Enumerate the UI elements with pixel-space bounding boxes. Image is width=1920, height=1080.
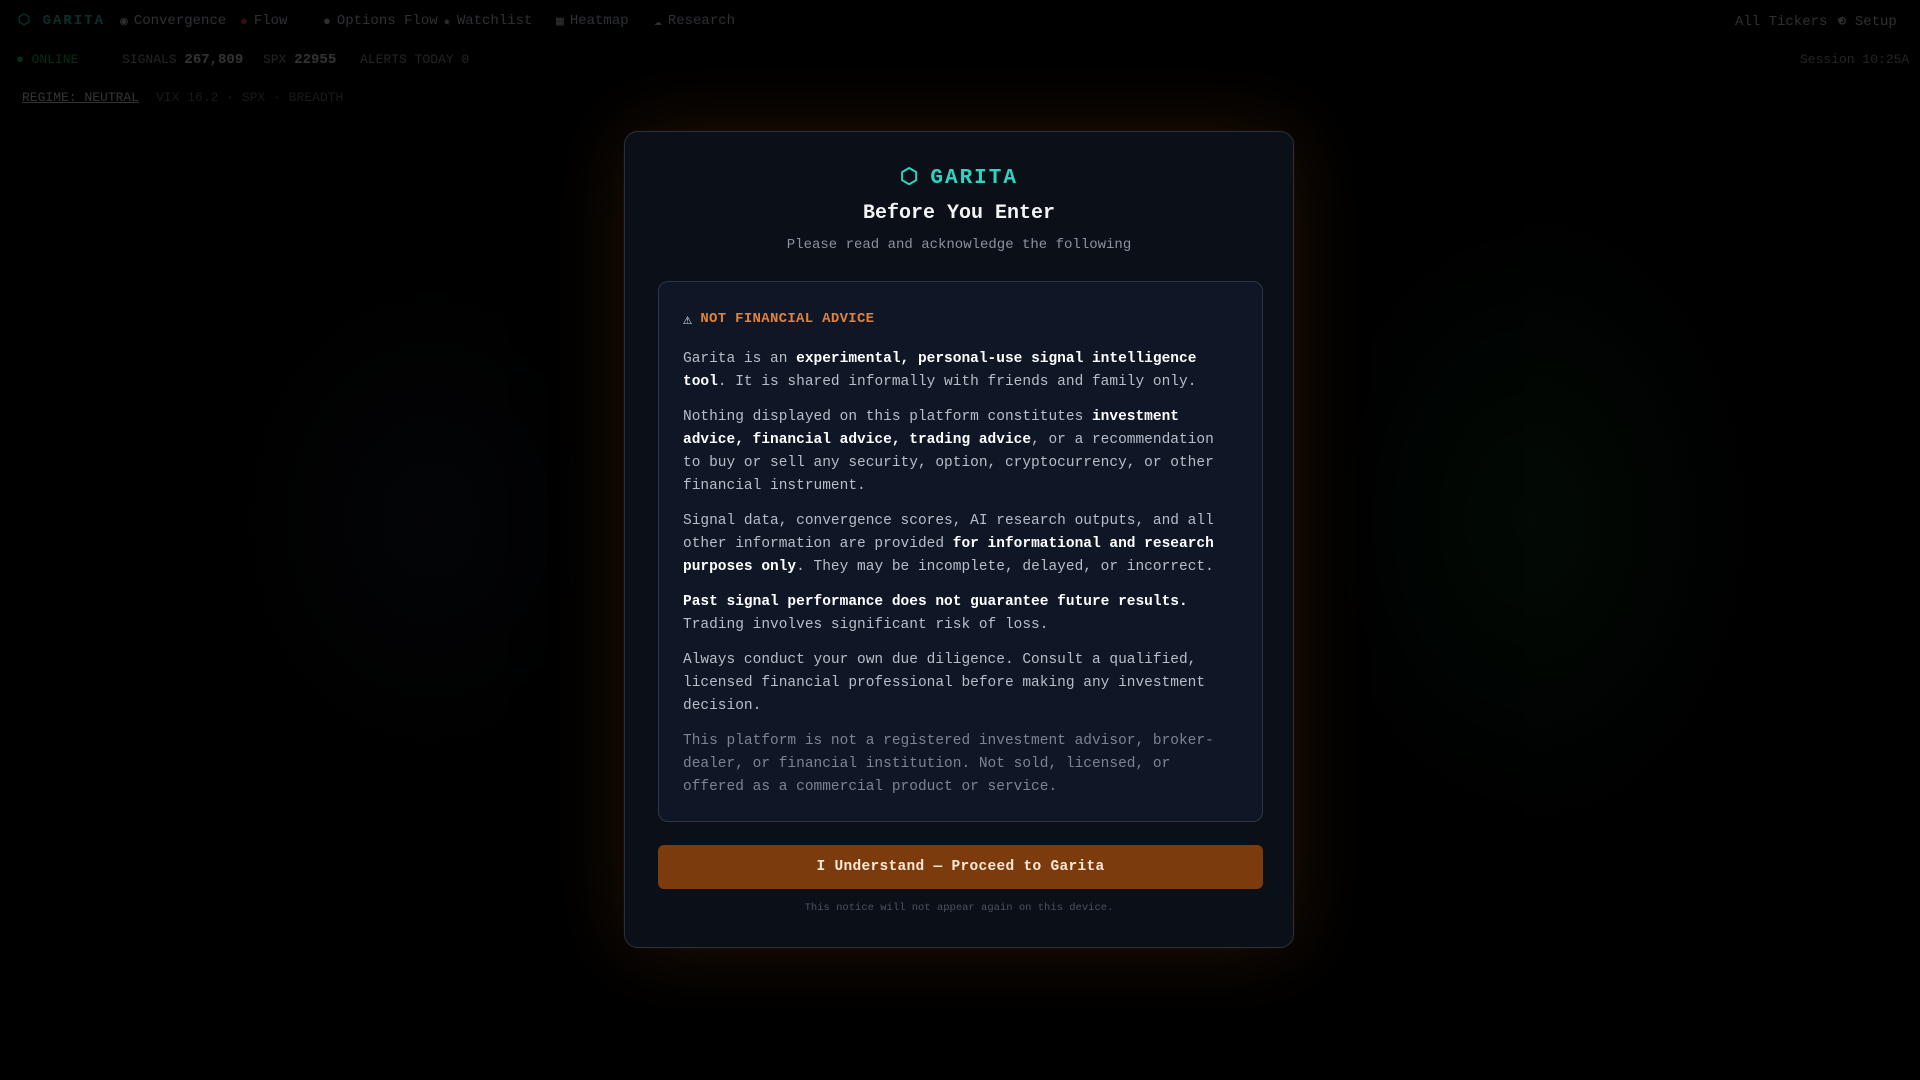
text: Trading involves significant risk of los… — [683, 617, 1049, 633]
disclaimer-notice: ⚠ NOT FINANCIAL ADVICE Garita is an expe… — [658, 281, 1263, 822]
signals-label: SIGNALS — [122, 52, 177, 67]
nav-watchlist[interactable]: ★ Watchlist — [443, 13, 532, 29]
nav-research[interactable]: ☁ Research — [654, 13, 735, 29]
modal-brand: ⬡ GARITA — [625, 164, 1293, 190]
alerts-today: ALERTS TODAY 0 — [360, 52, 470, 67]
signals-count: SIGNALS 267,809 — [122, 52, 243, 68]
spx-value: SPX 22955 — [263, 52, 336, 68]
regime-label[interactable]: REGIME: NEUTRAL — [22, 90, 139, 105]
notice-paragraph-registration: This platform is not a registered invest… — [683, 733, 1214, 795]
notice-paragraph-diligence: Always conduct your own due diligence. C… — [683, 652, 1206, 714]
pulse-dot-icon: ● — [240, 13, 248, 29]
star-icon: ★ — [443, 13, 451, 29]
convergence-icon: ◉ — [120, 13, 128, 29]
app-logo: ⬡ GARITA — [18, 13, 106, 29]
spx-label: SPX — [263, 52, 287, 67]
emphasis: Past signal performance does not guarant… — [683, 594, 1188, 610]
notice-paragraph-advice: Nothing displayed on this platform const… — [683, 406, 1238, 498]
status-bar: ● ONLINE SIGNALS 267,809 SPX 22955 ALERT… — [0, 52, 1920, 72]
nav-heatmap[interactable]: ▦ Heatmap — [556, 13, 629, 29]
text: Nothing displayed on this platform const… — [683, 409, 1092, 425]
grid-icon: ▦ — [556, 13, 564, 29]
nav-flow[interactable]: ● Flow — [240, 13, 287, 29]
hexagon-logo-icon: ⬡ — [900, 167, 921, 190]
modal-subtitle: Please read and acknowledge the followin… — [786, 237, 1132, 253]
cloud-icon: ☁ — [654, 13, 662, 29]
notice-paragraph-tool: Garita is an experimental, personal-use … — [683, 348, 1238, 394]
warning-icon: ⚠ — [683, 311, 693, 329]
top-navigation: ⬡ GARITA ◉ Convergence ● Flow ● Options … — [0, 0, 1920, 42]
modal-title: Before You Enter — [862, 202, 1056, 225]
regime-details: VIX 16.2 · SPX · BREADTH — [156, 90, 344, 105]
nav-label: Watchlist — [456, 13, 533, 29]
notice-footnote: This notice will not appear again on thi… — [804, 902, 1114, 914]
brand-name: GARITA — [930, 167, 1018, 190]
background-panel-left — [220, 260, 640, 780]
setup-button[interactable]: ⚙ Setup — [1838, 13, 1897, 30]
notice-paragraph-informational: Signal data, convergence scores, AI rese… — [683, 510, 1238, 579]
spx-number: 22955 — [294, 52, 337, 68]
proceed-button[interactable]: I Understand — Proceed to Garita — [658, 845, 1263, 889]
nav-options-flow[interactable]: ● Options Flow — [323, 13, 438, 29]
ticker-filter-dropdown[interactable]: All Tickers ▾ — [1735, 13, 1844, 30]
disclaimer-modal: ⬡ GARITA Before You Enter Please read and… — [624, 131, 1294, 948]
nav-label: Flow — [253, 13, 288, 29]
text: . It is shared informally with friends a… — [717, 374, 1197, 390]
dot-icon: ● — [323, 13, 331, 29]
nav-label: Convergence — [133, 13, 227, 29]
nav-label: Heatmap — [569, 13, 629, 29]
nav-convergence[interactable]: ◉ Convergence — [120, 13, 226, 29]
notice-heading: ⚠ NOT FINANCIAL ADVICE — [683, 308, 1238, 330]
online-status: ● ONLINE — [16, 52, 79, 67]
nav-label: Research — [667, 13, 736, 29]
session-time: Session 10:25A — [1800, 52, 1910, 67]
notice-paragraph-performance: Past signal performance does not guarant… — [683, 591, 1238, 637]
signals-value: 267,809 — [184, 52, 244, 68]
text: . They may be incomplete, delayed, or in… — [796, 559, 1214, 575]
notice-heading-text: NOT FINANCIAL ADVICE — [700, 311, 875, 327]
background-panel-right — [1300, 200, 1760, 840]
text: Garita is an — [683, 351, 797, 367]
nav-label: Options Flow — [336, 13, 438, 29]
